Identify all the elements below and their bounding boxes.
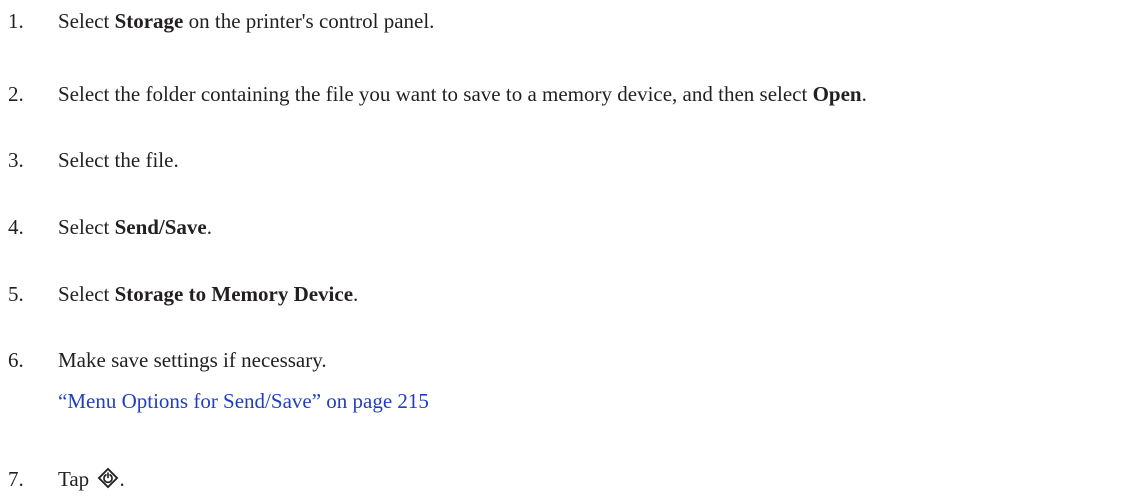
step-3: 3. Select the file. <box>8 147 179 173</box>
step-1: 1. Select Storage on the printer's contr… <box>8 8 434 34</box>
ui-term: Send/Save <box>114 215 207 239</box>
step-number: 6. <box>8 348 24 372</box>
step-5: 5. Select Storage to Memory Device. <box>8 281 358 307</box>
step-2: 2. Select the folder containing the file… <box>8 81 867 107</box>
step-number: 2. <box>8 82 24 106</box>
ui-term: Storage <box>114 9 184 33</box>
step-number: 4. <box>8 215 24 239</box>
step-text: Select Send/Save. <box>58 215 213 239</box>
start-button-icon <box>98 467 119 489</box>
step-7: 7. Tap . <box>8 466 125 492</box>
ui-term: Open <box>812 82 862 106</box>
step-text: Make save settings if necessary. <box>58 348 327 372</box>
step-6: 6. Make save settings if necessary. <box>8 347 327 373</box>
step-text: Select the folder containing the file yo… <box>58 82 867 106</box>
step-4: 4. Select Send/Save. <box>8 214 212 240</box>
step-number: 1. <box>8 9 24 33</box>
ui-term: Storage to Memory Device <box>114 282 354 306</box>
step-text: Select Storage to Memory Device. <box>58 282 359 306</box>
step-number: 7. <box>8 467 24 491</box>
step-text: Select the file. <box>58 148 179 172</box>
step-text: Tap . <box>58 467 125 491</box>
step-number: 5. <box>8 282 24 306</box>
step-number: 3. <box>8 148 24 172</box>
step-text: Select Storage on the printer's control … <box>58 9 435 33</box>
menu-options-link[interactable]: “Menu Options for Send/Save” on page 215 <box>58 388 429 414</box>
